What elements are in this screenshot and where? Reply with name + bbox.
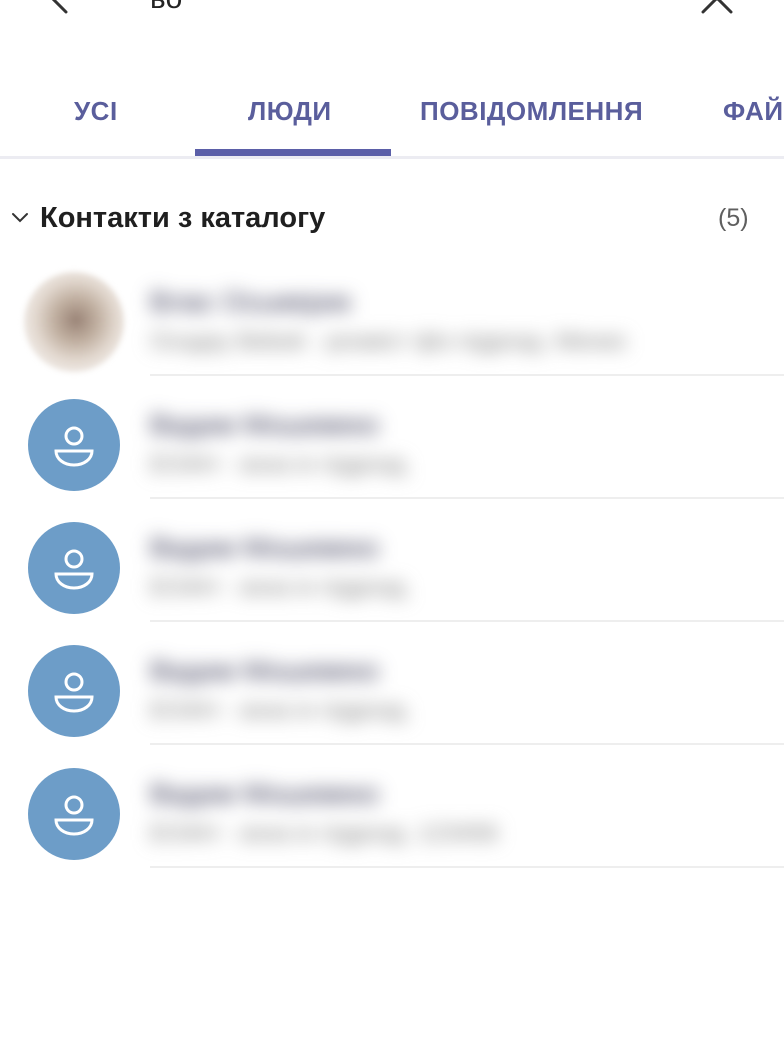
avatar [28,522,120,614]
list-divider [150,620,784,622]
contact-text: Вадим Мошевеко ЕОАН - зона ін підрозд. [150,653,750,727]
list-divider [150,866,784,868]
contact-list-item[interactable]: Вадим Мошевеко ЕОАН - зона ін підрозд. [0,500,784,622]
contact-list-item[interactable]: Влас Осьмерик Осадку Bebok - розміст фіз… [0,254,784,376]
person-icon [54,795,94,836]
contact-list-item[interactable]: Вадим Мошевеко ЕОАН - зона ін підрозд. 1… [0,746,784,868]
section-count: (5) [718,204,749,232]
person-icon [54,549,94,590]
person-icon [54,426,94,467]
tab-people[interactable]: ЛЮДИ [248,96,332,128]
close-icon [701,0,733,14]
contact-list-item[interactable]: Вадим Мошевеко ЕОАН - зона ін підрозд. [0,377,784,499]
contact-text: Влас Осьмерик Осадку Bebok - розміст фіз… [150,284,750,358]
contact-name: Вадим Мошевеко [150,778,379,809]
search-tabs: УСІ ЛЮДИ ПОВІДОМЛЕННЯ ФАЙ [0,80,784,158]
search-bar [0,0,784,40]
section-title: Контакти з каталогу [40,202,326,234]
avatar-photo [24,272,124,372]
contact-text: Вадим Мошевеко ЕОАН - зона ін підрозд. [150,530,750,604]
avatar [28,768,120,860]
contact-detail: ЕОАН - зона ін підрозд. [150,574,412,601]
back-button[interactable] [40,0,80,16]
tab-files[interactable]: ФАЙ [723,96,784,128]
directory-contacts-header[interactable]: Контакти з каталогу (5) [0,196,784,244]
contact-detail: ЕОАН - зона ін підрозд. [150,451,412,478]
list-divider [150,374,784,376]
contact-detail: ЕОАН - зона ін підрозд. [150,697,412,724]
contact-text: Вадим Мошевеко ЕОАН - зона ін підрозд. 1… [150,776,750,850]
contact-text: Вадим Мошевеко ЕОАН - зона ін підрозд. [150,407,750,481]
active-tab-indicator [195,149,391,156]
tab-all[interactable]: УСІ [74,96,118,128]
contact-name: Вадим Мошевеко [150,532,379,563]
clear-search-button[interactable] [697,0,737,18]
person-icon [54,672,94,713]
contact-name: Вадим Мошевеко [150,409,379,440]
list-divider [150,743,784,745]
search-input[interactable] [150,0,600,16]
contact-name: Влас Осьмерик [150,286,352,317]
people-search-screen: УСІ ЛЮДИ ПОВІДОМЛЕННЯ ФАЙ Контакти з кат… [0,0,784,1064]
contact-detail: ЕОАН - зона ін підрозд. 123456 [150,820,499,847]
back-arrow-icon [51,0,68,14]
contact-detail: Осадку Bebok - розміст фіз підрозд. Менк… [150,328,627,355]
contact-name: Вадим Мошевеко [150,655,379,686]
avatar [28,399,120,491]
chevron-down-icon [10,208,30,228]
avatar [28,645,120,737]
list-divider [150,497,784,499]
tabs-divider [0,156,784,159]
tab-messages[interactable]: ПОВІДОМЛЕННЯ [420,96,643,128]
contact-list-item[interactable]: Вадим Мошевеко ЕОАН - зона ін підрозд. [0,623,784,745]
